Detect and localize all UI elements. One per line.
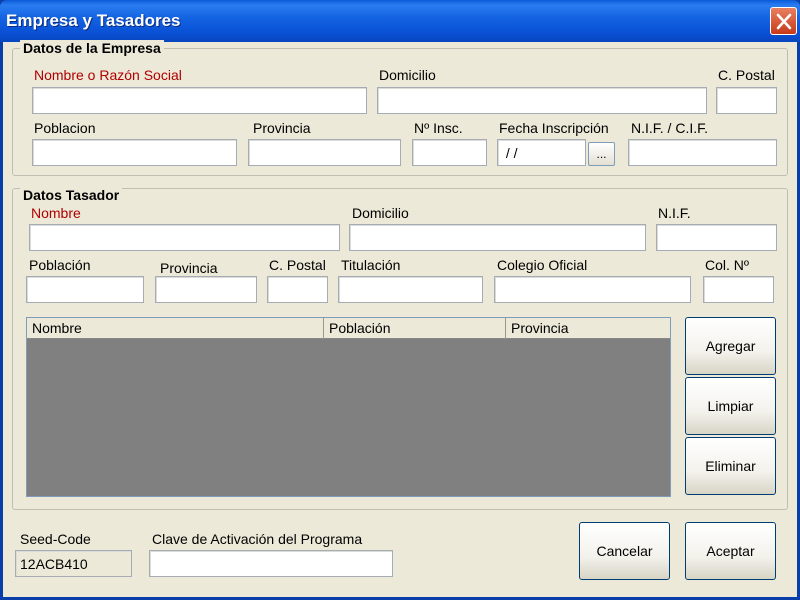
empresa-nombre-label: Nombre o Razón Social xyxy=(34,67,182,83)
fecha-picker-button[interactable]: ... xyxy=(588,142,615,166)
empresa-nombre-field[interactable] xyxy=(32,87,367,114)
title-bar[interactable]: Empresa y Tasadores xyxy=(0,0,800,42)
column-header-nombre[interactable]: Nombre xyxy=(27,318,324,339)
cancelar-button[interactable]: Cancelar xyxy=(579,522,670,580)
empresa-cpostal-field[interactable] xyxy=(716,87,777,114)
empresa-poblacion-label: Poblacion xyxy=(34,120,96,136)
empresa-domicilio-field[interactable] xyxy=(377,87,707,114)
empresa-nif-label: N.I.F. / C.I.F. xyxy=(631,120,709,136)
column-header-poblacion[interactable]: Población xyxy=(324,318,506,339)
tasador-nombre-label: Nombre xyxy=(31,205,81,221)
tasador-colegio-field[interactable] xyxy=(494,276,691,303)
tasador-legend: Datos Tasador xyxy=(20,187,123,203)
tasador-cpostal-field[interactable] xyxy=(267,276,328,303)
seed-code-label: Seed-Code xyxy=(20,531,91,547)
seed-code-field[interactable] xyxy=(15,550,132,577)
window-title: Empresa y Tasadores xyxy=(6,11,181,30)
tasador-nif-label: N.I.F. xyxy=(658,205,691,221)
agregar-button[interactable]: Agregar xyxy=(685,317,776,375)
clave-activacion-field[interactable] xyxy=(149,550,393,577)
empresa-provincia-label: Provincia xyxy=(253,120,311,136)
table-header: Nombre Población Provincia xyxy=(27,318,670,339)
close-button[interactable] xyxy=(770,7,797,35)
tasador-domicilio-label: Domicilio xyxy=(352,205,409,221)
empresa-fecha-label: Fecha Inscripción xyxy=(499,120,609,136)
tasador-provincia-label: Provincia xyxy=(160,260,218,276)
tasador-titulacion-field[interactable] xyxy=(338,276,483,303)
clave-label: Clave de Activación del Programa xyxy=(152,531,363,547)
tasador-cpostal-label: C. Postal xyxy=(269,257,326,273)
tasador-provincia-field[interactable] xyxy=(155,276,257,303)
empresa-provincia-field[interactable] xyxy=(248,139,401,166)
tasador-domicilio-field[interactable] xyxy=(349,224,646,251)
tasador-colnum-label: Col. Nº xyxy=(705,257,750,273)
dialog-body: Datos de la Empresa Nombre o Razón Socia… xyxy=(3,40,797,597)
column-header-provincia[interactable]: Provincia xyxy=(506,318,670,339)
tasador-nif-field[interactable] xyxy=(656,224,777,251)
empresa-nif-field[interactable] xyxy=(628,139,777,166)
aceptar-button[interactable]: Aceptar xyxy=(685,522,776,580)
tasador-colegio-label: Colegio Oficial xyxy=(497,257,588,273)
empresa-legend: Datos de la Empresa xyxy=(20,40,164,56)
tasador-colnum-field[interactable] xyxy=(703,276,774,303)
tasadores-table[interactable]: Nombre Población Provincia xyxy=(26,317,671,497)
empresa-cpostal-label: C. Postal xyxy=(718,67,775,83)
empresa-ninsc-field[interactable] xyxy=(412,139,487,166)
empresa-domicilio-label: Domicilio xyxy=(379,67,436,83)
tasador-poblacion-label: Población xyxy=(29,257,91,273)
tasador-poblacion-field[interactable] xyxy=(26,276,144,303)
empresa-fecha-field[interactable] xyxy=(497,139,586,166)
tasador-nombre-field[interactable] xyxy=(29,224,340,251)
tasador-titulacion-label: Titulación xyxy=(341,257,401,273)
limpiar-button[interactable]: Limpiar xyxy=(685,377,776,435)
eliminar-button[interactable]: Eliminar xyxy=(685,437,776,495)
close-icon xyxy=(776,13,792,30)
empresa-poblacion-field[interactable] xyxy=(32,139,237,166)
empresa-ninsc-label: Nº Insc. xyxy=(414,120,463,136)
